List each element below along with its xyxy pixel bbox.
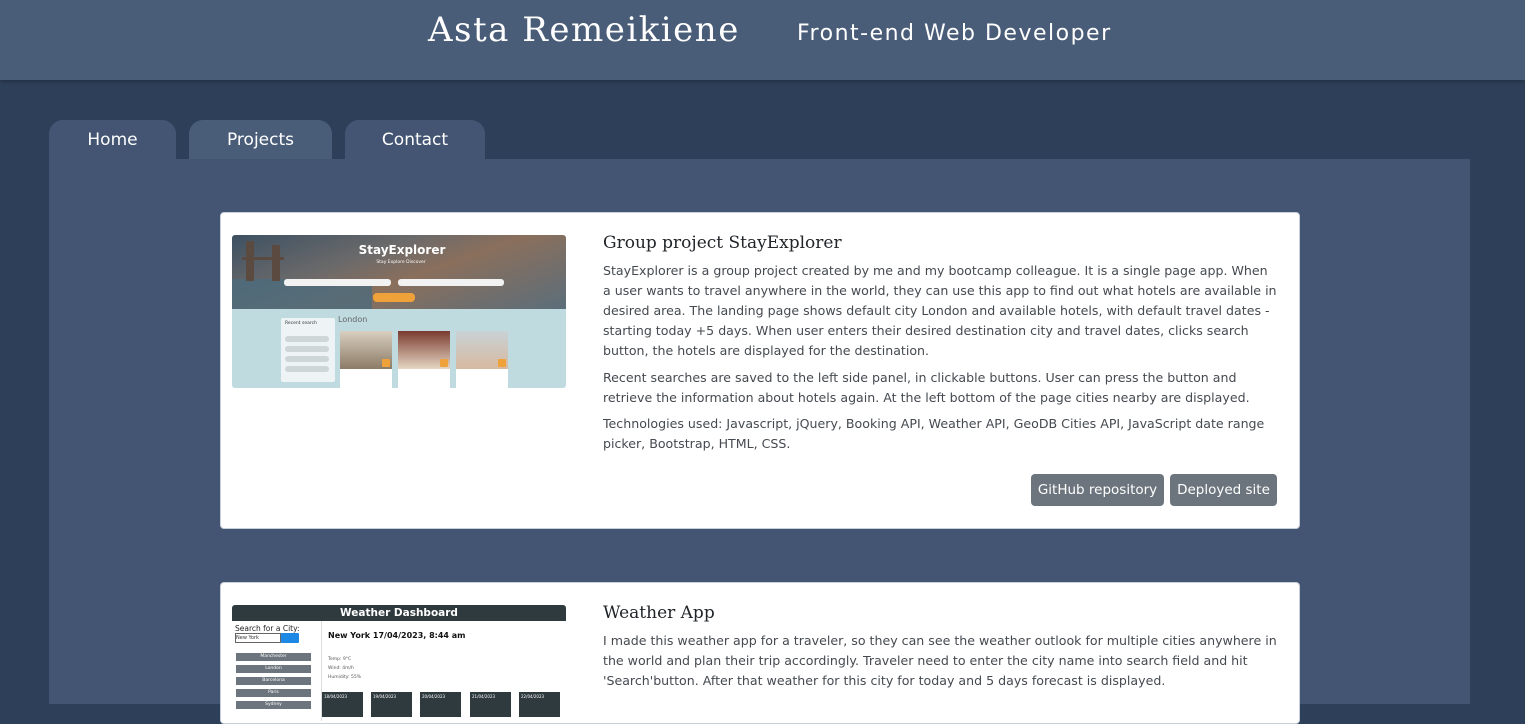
project-description: StayExplorer is a group project created … [603,263,1277,358]
project-title: Group project StayExplorer [603,233,842,253]
project-card-weather-app: Weather Dashboard Search for a City: New… [220,582,1300,724]
city-search-button [281,633,299,643]
weather-detail: Wind: 4m/h [328,666,354,671]
dates-input [398,279,504,286]
project-technologies: Technologies used: Javascript, jQuery, B… [603,416,1265,451]
tab-projects[interactable]: Projects [189,120,332,159]
recent-search-panel: Recent search [281,318,335,382]
deployed-site-button[interactable]: Deployed site [1170,474,1277,506]
city-history-button: Sydney [236,701,311,709]
weather-detail: Humidity: 55% [328,675,362,680]
project-description: Recent searches are saved to the left si… [603,370,1250,405]
hotel-card [456,331,508,388]
stayexplorer-logo: StayExplorer [358,243,446,257]
forecast-card: 18/04/2023 [322,692,363,717]
forecast-date: 22/04/2023 [521,694,545,699]
hotel-badge [440,359,448,367]
recent-pill [285,366,329,372]
project-title: Weather App [603,603,715,623]
hotel-card [340,331,392,388]
stayexplorer-hero-image: StayExplorer Stay Explore Discover [232,235,566,309]
forecast-date: 20/04/2023 [422,694,446,699]
weather-dashboard-header: Weather Dashboard [232,605,566,621]
recent-pill [285,346,329,352]
recent-search-heading: Recent search [285,321,317,326]
tower-shape [272,245,280,281]
tab-contact[interactable]: Contact [345,120,485,159]
search-button-shape [373,293,415,302]
forecast-date: 18/04/2023 [324,694,348,699]
site-title: Asta Remeikiene [428,10,740,50]
destination-input [284,279,391,286]
stayexplorer-city: London [338,315,368,324]
forecast-card: 22/04/2023 [519,692,560,717]
city-history-button: Paris [236,689,311,697]
tower-shape [246,241,254,281]
bridge-shape [242,257,284,260]
project-card-stayexplorer: StayExplorer Stay Explore Discover Recen… [220,212,1300,529]
recent-pill [285,356,329,362]
project-description: I made this weather app for a traveler, … [603,633,1277,688]
hotel-card [398,331,450,388]
current-weather-title: New York 17/04/2023, 8:44 am [328,631,466,640]
stayexplorer-screenshot: StayExplorer Stay Explore Discover Recen… [232,235,566,388]
city-history-button: Barcelona [236,677,311,685]
weather-detail: Temp: 9°C [328,657,352,662]
city-history-button: London [236,665,311,673]
site-subtitle: Front-end Web Developer [797,21,1112,46]
city-history-button: Manchester [236,653,311,661]
city-search-label: Search for a City: [235,624,300,633]
forecast-card: 19/04/2023 [371,692,412,717]
hotel-badge [498,359,506,367]
forecast-date: 21/04/2023 [472,694,496,699]
tab-home[interactable]: Home [49,120,176,159]
site-header: Asta Remeikiene Front-end Web Developer [0,0,1525,80]
forecast-card: 21/04/2023 [470,692,511,717]
forecast-card: 20/04/2023 [420,692,461,717]
weather-app-screenshot: Weather Dashboard Search for a City: New… [232,605,566,723]
recent-pill [285,336,329,342]
hotel-badge [382,359,390,367]
github-repository-button[interactable]: GitHub repository [1031,474,1164,506]
forecast-date: 19/04/2023 [373,694,397,699]
stayexplorer-nav: Stay Explore Discover [376,260,426,265]
city-search-input: New York [235,633,281,643]
